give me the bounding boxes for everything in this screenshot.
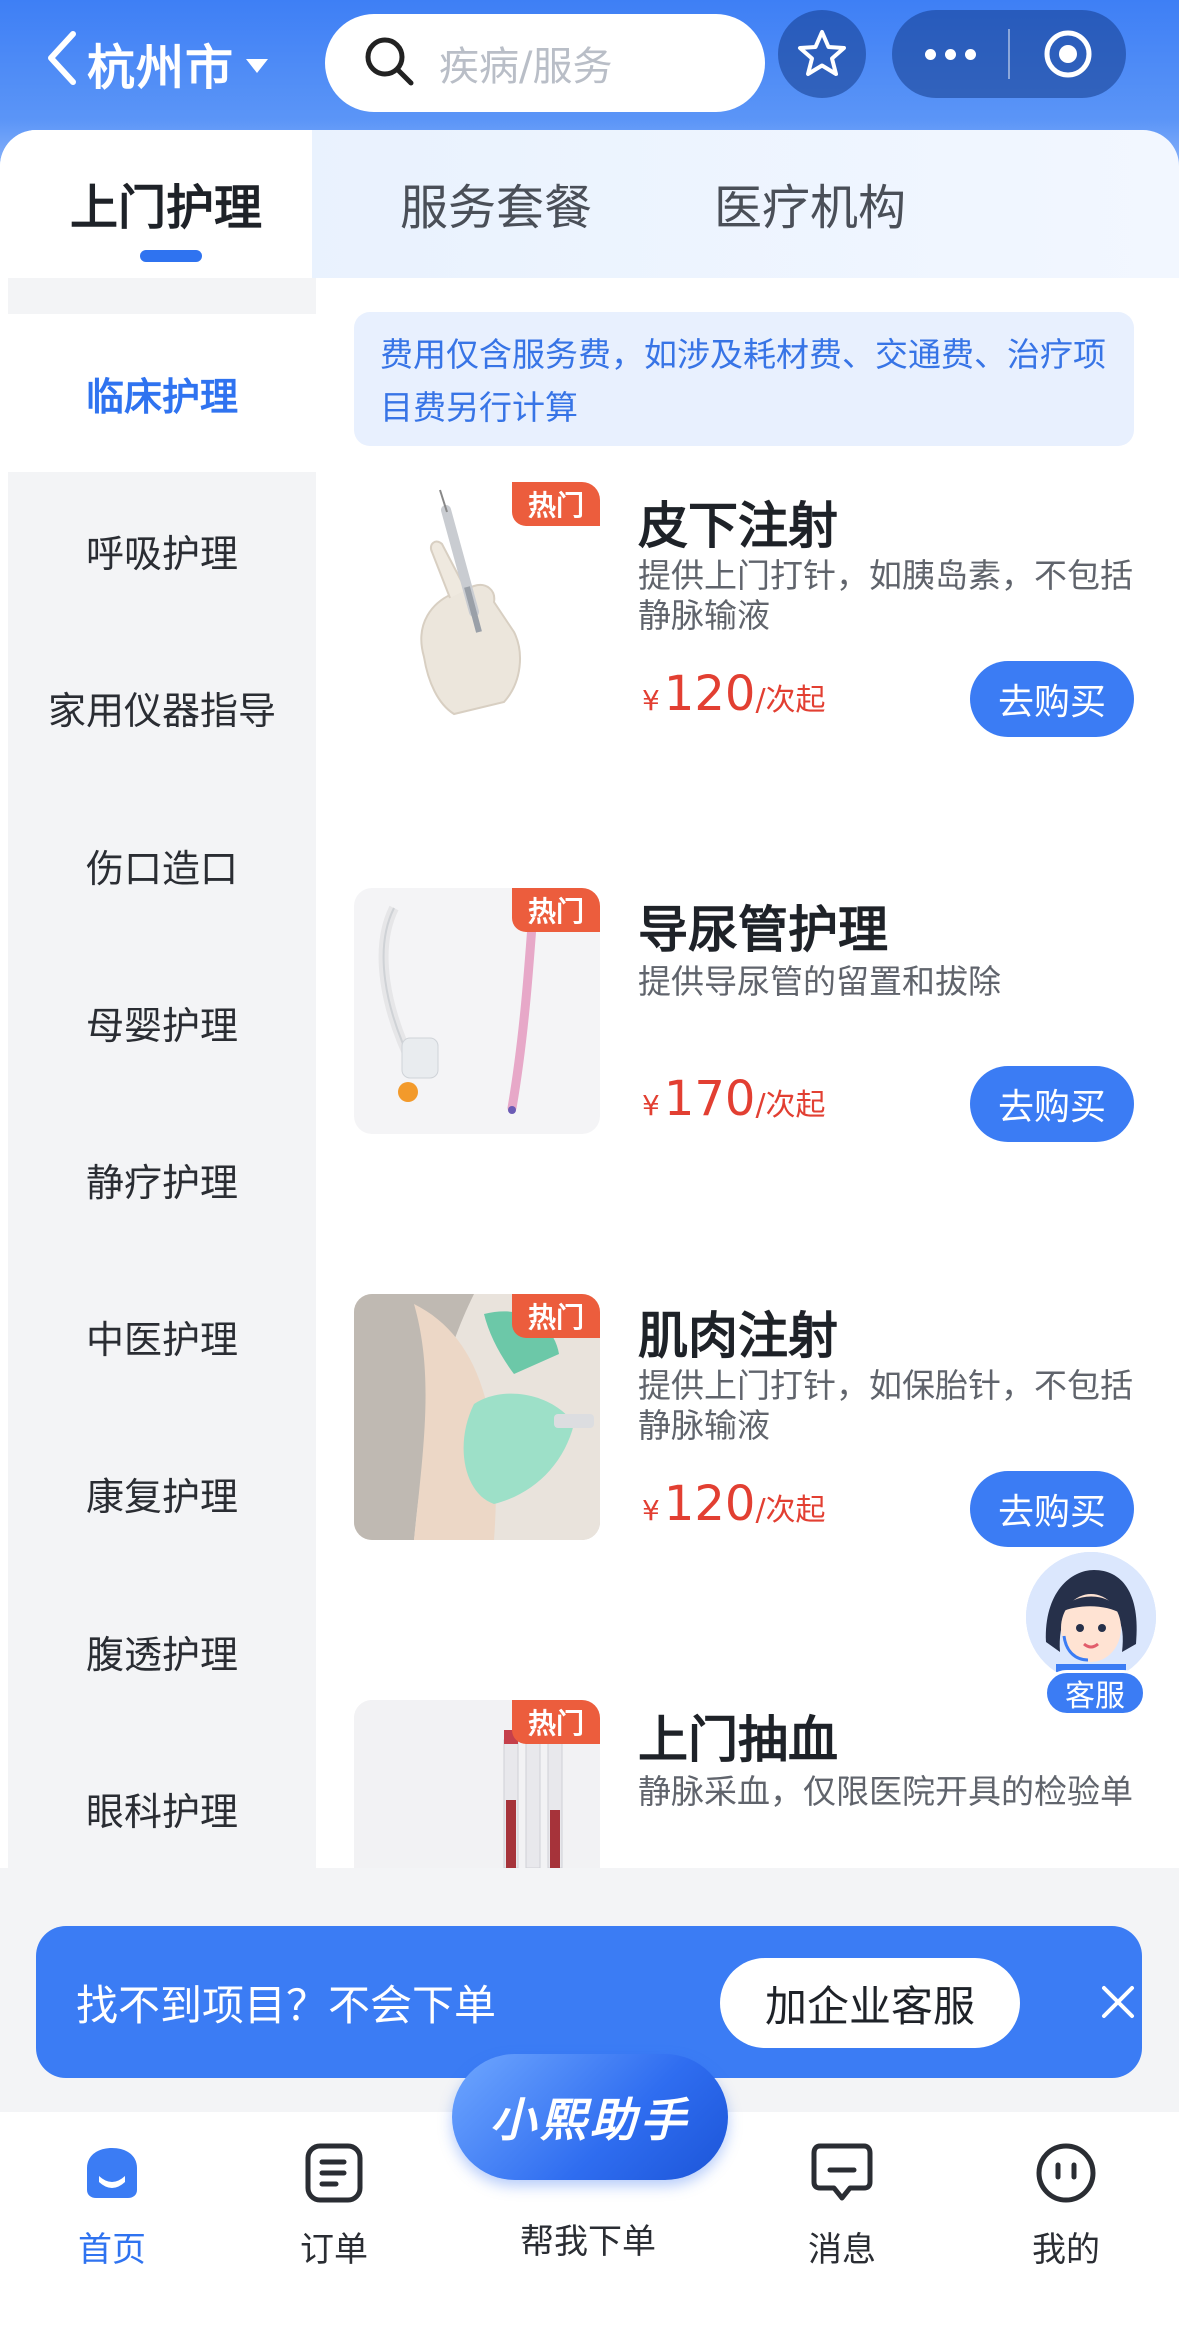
search-input[interactable]: 疾病/服务 [325, 14, 765, 112]
service-title[interactable]: 导尿管护理 [638, 890, 888, 962]
hot-badge: 热门 [512, 888, 600, 932]
service-description: 提供上门打针，如保胎针，不包括静脉输液 [638, 1366, 1133, 1445]
hot-badge: 热门 [512, 1294, 600, 1338]
tab-service-packages[interactable]: 服务套餐 [400, 168, 592, 238]
service-image-blood-draw[interactable]: 热门 [354, 1700, 600, 1868]
sidebar-item-rehab[interactable]: 康复护理 [8, 1414, 316, 1572]
back-icon[interactable] [45, 30, 79, 96]
service-title[interactable]: 皮下注射 [638, 486, 838, 558]
search-placeholder: 疾病/服务 [439, 44, 613, 90]
sidebar-item-tcm[interactable]: 中医护理 [8, 1257, 316, 1415]
buy-button[interactable]: 去购买 [970, 1066, 1134, 1142]
add-wechat-service-button[interactable]: 加企业客服 [720, 1958, 1020, 2048]
order-icon [299, 2138, 369, 2208]
favorite-button[interactable] [778, 10, 866, 98]
mini-program-capsule [892, 10, 1126, 98]
sidebar-item-respiratory[interactable]: 呼吸护理 [8, 471, 316, 629]
currency-symbol: ¥ [642, 684, 660, 717]
close-icon[interactable] [1090, 1974, 1146, 2030]
sidebar-item-wound-stoma[interactable]: 伤口造口 [8, 786, 316, 944]
sidebar-item-infusion[interactable]: 静疗护理 [8, 1100, 316, 1258]
price-value: 170 [663, 1071, 756, 1127]
sidebar-item-dialysis[interactable]: 腹透护理 [8, 1572, 316, 1730]
tabbar-label: 消息 [808, 2230, 876, 2270]
close-program-icon[interactable] [1010, 28, 1126, 80]
tabbar-item-messages[interactable]: 消息 [762, 2138, 922, 2271]
service-title[interactable]: 上门抽血 [638, 1700, 838, 1772]
price-unit: /次起 [755, 1088, 826, 1123]
star-icon [798, 30, 846, 76]
tab-home-nursing[interactable]: 上门护理 [70, 168, 262, 238]
service-title[interactable]: 肌肉注射 [638, 1296, 838, 1368]
service-description: 提供导尿管的留置和拔除 [638, 962, 1001, 1001]
assistant-button[interactable]: 小熙助手 [452, 2054, 728, 2180]
service-price: ¥ 120 /次起 [642, 666, 826, 722]
customer-service-avatar [1026, 1552, 1156, 1682]
service-price: ¥ 120 /次起 [642, 1476, 826, 1532]
service-description: 静脉采血，仅限医院开具的检验单 [638, 1772, 1133, 1811]
customer-service-label[interactable]: 客服 [1044, 1670, 1146, 1716]
price-value: 120 [663, 666, 756, 722]
price-unit: /次起 [755, 683, 826, 718]
currency-symbol: ¥ [642, 1494, 660, 1527]
hot-badge: 热门 [512, 1700, 600, 1744]
city-name[interactable]: 杭州市 [87, 28, 234, 98]
home-icon [77, 2138, 147, 2208]
chevron-down-icon[interactable] [244, 52, 270, 82]
tabbar-item-home[interactable]: 首页 [32, 2138, 192, 2271]
fee-notice: 费用仅含服务费，如涉及耗材费、交通费、治疗项目费另行计算 [354, 312, 1134, 446]
price-value: 120 [663, 1476, 756, 1532]
tabbar-label: 订单 [300, 2230, 368, 2270]
service-image-catheter[interactable]: 热门 [354, 888, 600, 1134]
price-unit: /次起 [755, 1493, 826, 1528]
help-order-label[interactable]: 帮我下单 [428, 2214, 748, 2263]
service-price: ¥ 170 /次起 [642, 1071, 826, 1127]
service-description: 提供上门打针，如胰岛素，不包括静脉输液 [638, 556, 1133, 635]
tab-indicator [140, 250, 202, 262]
more-icon[interactable] [892, 48, 1008, 60]
currency-symbol: ¥ [642, 1089, 660, 1122]
buy-button[interactable]: 去购买 [970, 1471, 1134, 1547]
service-image-subcutaneous[interactable]: 热门 [354, 482, 600, 728]
search-icon [361, 33, 417, 93]
city-selector[interactable]: 杭州市 [45, 28, 270, 98]
tabbar-item-profile[interactable]: 我的 [986, 2138, 1146, 2271]
message-icon [807, 2138, 877, 2208]
sidebar-item-maternal[interactable]: 母婴护理 [8, 943, 316, 1101]
sidebar-item-ophthalmic[interactable]: 眼科护理 [8, 1729, 316, 1887]
sidebar-item-home-device[interactable]: 家用仪器指导 [8, 628, 316, 786]
hot-badge: 热门 [512, 482, 600, 526]
profile-icon [1031, 2138, 1101, 2208]
tabbar-label: 首页 [78, 2230, 146, 2270]
tabbar-item-orders[interactable]: 订单 [254, 2138, 414, 2271]
banner-text: 找不到项目？不会下单 [76, 1980, 497, 2030]
service-image-intramuscular[interactable]: 热门 [354, 1294, 600, 1540]
sidebar-item-clinical[interactable]: 临床护理 [8, 314, 316, 472]
customer-service-float[interactable]: 客服 [1022, 1552, 1158, 1716]
tab-medical-institutions[interactable]: 医疗机构 [714, 168, 906, 238]
tabbar-label: 我的 [1032, 2230, 1100, 2270]
buy-button[interactable]: 去购买 [970, 661, 1134, 737]
